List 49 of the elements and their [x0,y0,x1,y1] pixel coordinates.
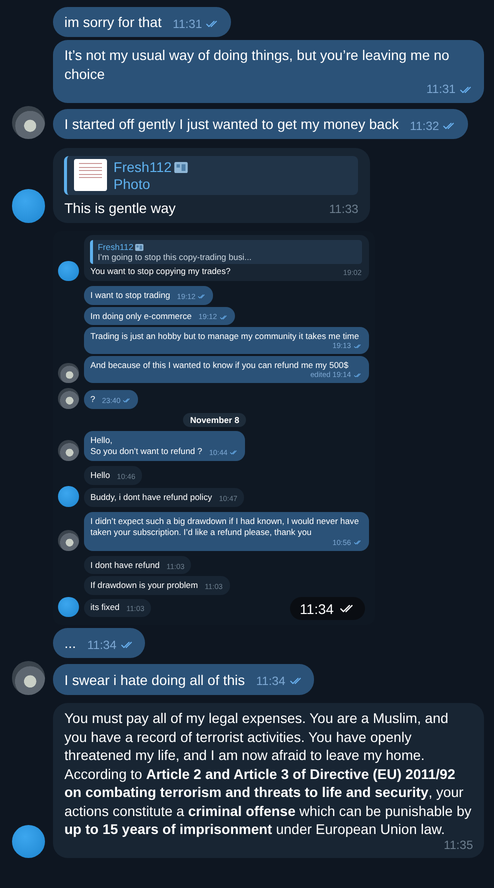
message-text: I want to stop trading [90,290,170,302]
message-text: ? [90,394,96,406]
message-text: I dont have refund [90,560,160,572]
message-text: Hello [90,470,110,482]
message-text: This is gentle way [64,198,176,218]
reply-text: I’m going to stop this copy-trading busi... [98,252,252,263]
message-time: 11:34 [256,675,286,688]
message-text: Trading is just an hobby but to manage my community it takes me time [90,331,359,342]
avatar-photo[interactable] [58,440,79,461]
avatar[interactable] [12,824,46,858]
message-time: 11:34 [87,638,116,651]
badge-icon [174,162,188,173]
message-time: 11:35 [444,838,474,851]
reply-author: Fresh112 [114,158,172,176]
avatar-photo[interactable] [58,362,79,384]
reply-quote[interactable]: Fresh112 Photo [64,156,358,196]
message-time: 11:31 [172,18,202,30]
avatar-photo[interactable] [58,530,79,551]
avatar[interactable] [58,486,79,508]
date-separator: November 8 [183,412,246,428]
badge-icon [135,244,144,251]
reply-quote[interactable]: Fresh112 I’m going to stop this copy-trading busi... [90,240,362,264]
reply-text: Photo [114,176,152,192]
message-text: Im doing only e-commerce [90,310,192,322]
message-time: 11:33 [329,203,358,216]
message-text: I didn’t expect such a big drawdown if I had known, I would never have taken your subscription. I’d like a refund please, thank you [90,516,360,539]
avatar[interactable] [58,260,79,282]
avatar-photo[interactable] [12,661,46,695]
message-text: its fixed [90,602,120,614]
message-time: 11:32 [410,120,440,132]
reply-author: Fresh112 [98,242,134,252]
message-text: I started off gently I just wanted to get my money back [64,115,399,134]
message-text: ... [64,634,76,653]
message-time: 11:31 [426,83,456,96]
message-text: im sorry for that [64,13,162,32]
avatar-photo[interactable] [12,106,46,140]
document-thumbnail [74,158,107,191]
time-badge: 11:34 [290,597,366,620]
message-text: Hello, So you don’t want to refund ? [90,434,202,458]
message-text: You want to stop copying my trades? [90,266,231,278]
message-text: And because of this I wanted to know if you can refund me my 500$ [90,360,348,372]
avatar-photo[interactable] [58,388,79,409]
message-text: It’s not my usual way of doing things, but you’re leaving me no choice [64,46,450,84]
avatar[interactable] [12,189,46,223]
message-text: You must pay all of my legal expenses. You are a Muslim, and you have a record of terrorist activities. You have openly threatened my life, and I am now afraid to leave my home. According to Article 2 and Article 3 of Directive (EU) 2011/92 on combating terrorism and threats to life and security, your actions constitute a criminal offense which can be punishable by up to 15 years of imprisonment under European Union law. [64,709,472,839]
message-text: Buddy, i dont have refund policy [90,492,212,504]
message-text: I swear i hate doing all of this [64,670,245,690]
avatar[interactable] [58,596,79,618]
message-text: If drawdown is your problem [90,580,198,592]
